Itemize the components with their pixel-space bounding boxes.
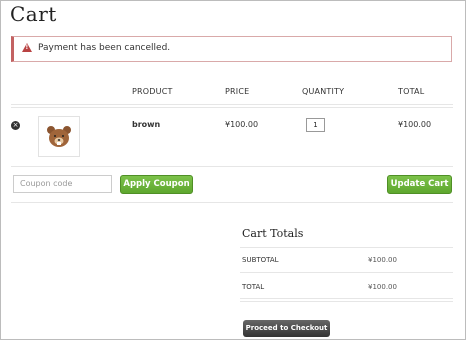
product-total: ¥100.00: [398, 120, 432, 129]
totals-divider: [240, 298, 453, 299]
notice-text: Payment has been cancelled.: [38, 43, 171, 53]
apply-coupon-button[interactable]: Apply Coupon: [120, 175, 193, 194]
total-value: ¥100.00: [368, 283, 397, 291]
product-price: ¥100.00: [225, 120, 259, 129]
warning-icon: [22, 43, 32, 52]
product-thumbnail[interactable]: [38, 116, 80, 157]
table-divider: [11, 107, 453, 108]
table-divider: [11, 166, 453, 167]
error-notice: Payment has been cancelled.: [11, 36, 452, 62]
remove-item-button[interactable]: ×: [11, 121, 20, 130]
update-cart-button[interactable]: Update Cart: [387, 175, 452, 194]
coupon-code-input[interactable]: Coupon code: [13, 175, 112, 193]
header-total: TOTAL: [398, 87, 425, 96]
page-title: Cart: [10, 2, 57, 26]
header-price: PRICE: [225, 87, 250, 96]
quantity-input[interactable]: 1: [306, 118, 325, 132]
totals-divider: [240, 247, 453, 248]
actions-divider: [11, 202, 453, 203]
total-label: TOTAL: [242, 283, 265, 291]
header-quantity: QUANTITY: [302, 87, 345, 96]
totals-divider: [240, 301, 453, 302]
cart-totals-title: Cart Totals: [242, 227, 304, 240]
table-divider: [11, 104, 453, 105]
totals-divider: [240, 272, 453, 273]
header-product: PRODUCT: [132, 87, 173, 96]
bear-image: [47, 126, 71, 147]
subtotal-label: SUBTOTAL: [242, 256, 279, 264]
proceed-to-checkout-button[interactable]: Proceed to Checkout: [243, 320, 330, 337]
subtotal-value: ¥100.00: [368, 256, 397, 264]
product-name[interactable]: brown: [132, 120, 160, 129]
